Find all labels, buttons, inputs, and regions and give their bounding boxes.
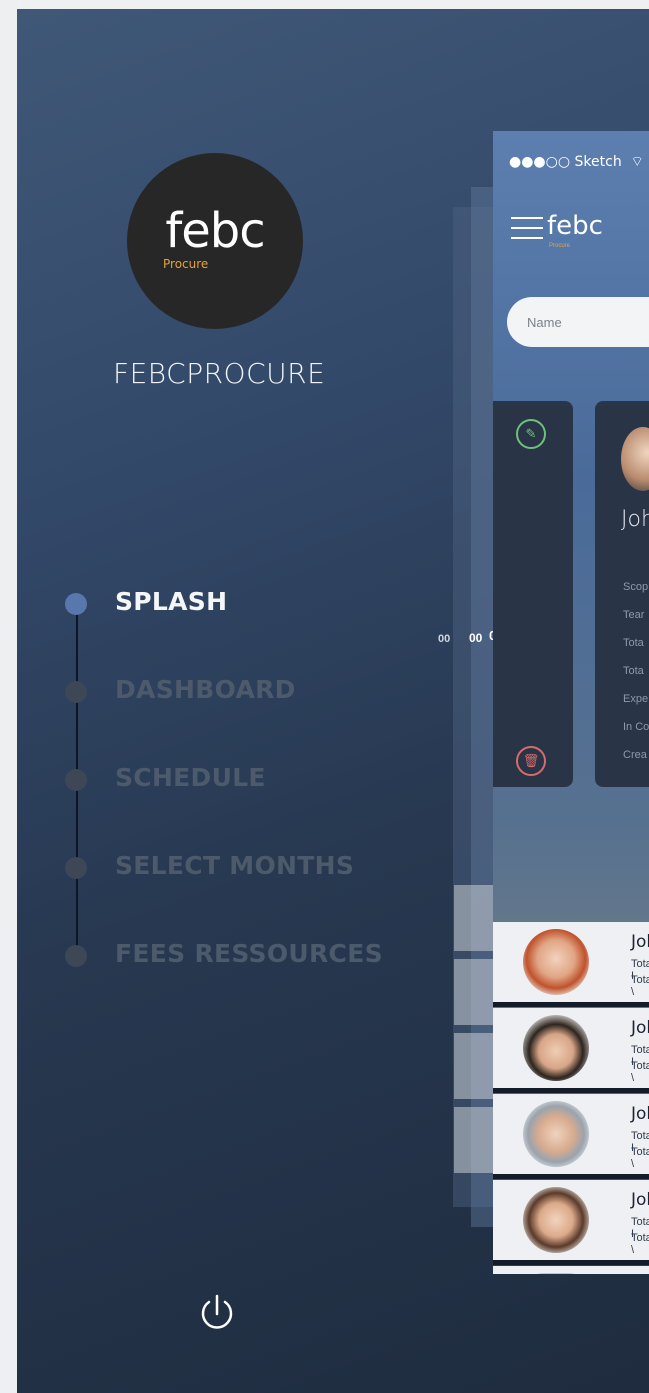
card-field: Expe — [623, 693, 649, 705]
list-item-line2: Total \ — [631, 1060, 649, 1084]
list-item-line2: Total \ — [631, 1232, 649, 1256]
nav-item-fees-ressources[interactable]: FEES RESSOURCES — [65, 935, 385, 975]
nav-dot — [65, 769, 87, 791]
card-field: Tota — [623, 665, 644, 677]
card-field: Tear — [623, 609, 645, 621]
app-name: FEBCPROCURE — [113, 357, 326, 390]
card-name: Joh — [621, 507, 649, 532]
nav-label: DASHBOARD — [115, 675, 296, 704]
nav-label: SELECT MONTHS — [115, 851, 355, 880]
list-item[interactable]: John Total I Total \ — [493, 922, 649, 1002]
list-item-line2: Total \ — [631, 974, 649, 998]
phone-screen: ●●●○○ Sketch ⌔ febc Procure ✎ 🗑 Joh Scop… — [493, 131, 649, 1274]
list-item-name: John — [631, 932, 649, 952]
nav-item-schedule[interactable]: SCHEDULE — [65, 759, 385, 799]
nav-dot — [65, 857, 87, 879]
list-divider — [493, 1002, 649, 1007]
list-divider — [493, 1174, 649, 1179]
list-item[interactable]: John Total I Total \ — [493, 1094, 649, 1174]
list-divider — [493, 1260, 649, 1265]
card-field: Scop — [623, 581, 649, 593]
logo-text: febc — [165, 203, 265, 259]
list-item[interactable]: John Total I Total \ — [493, 1180, 649, 1260]
power-icon[interactable] — [195, 1292, 239, 1336]
list-item-line2: Total \ — [631, 1146, 649, 1170]
nav-dot-active — [65, 593, 87, 615]
list-item-name: John — [631, 1104, 649, 1124]
avatar — [523, 1101, 589, 1167]
avatar — [523, 1015, 589, 1081]
avatar — [523, 1273, 589, 1274]
nav-dot — [65, 681, 87, 703]
edit-button[interactable]: ✎ — [516, 419, 546, 449]
wifi-icon: ⌔ — [626, 154, 644, 170]
list-divider — [493, 1088, 649, 1093]
name-search-input[interactable] — [507, 297, 649, 347]
ghost-number: 00 — [438, 633, 451, 645]
avatar — [523, 1187, 589, 1253]
nav-dot — [65, 945, 87, 967]
list-item-partial[interactable] — [493, 1266, 649, 1274]
card-field: In Co — [623, 721, 649, 733]
nav-item-splash[interactable]: SPLASH — [65, 583, 385, 623]
avatar — [523, 929, 589, 995]
nav-label: FEES RESSOURCES — [115, 939, 383, 968]
nav-label: SPLASH — [115, 587, 228, 616]
action-panel — [493, 401, 573, 787]
hamburger-menu-icon[interactable] — [511, 217, 543, 239]
pencil-icon: ✎ — [525, 426, 537, 441]
card-field: Crea — [623, 749, 647, 761]
trash-icon: 🗑 — [522, 753, 540, 768]
ghost-number: 00 — [469, 631, 483, 645]
phone-logo-text: febc — [547, 211, 603, 241]
status-text: ●●●○○ Sketch — [509, 154, 622, 170]
status-bar: ●●●○○ Sketch ⌔ — [509, 153, 644, 171]
nav-label: SCHEDULE — [115, 763, 266, 792]
nav-item-dashboard[interactable]: DASHBOARD — [65, 671, 385, 711]
app-background: febc Procure FEBCPROCURE SPLASH DASHBOAR… — [17, 9, 649, 1393]
delete-button[interactable]: 🗑 — [516, 746, 546, 776]
phone-logo-subtext: Procure — [549, 243, 571, 249]
list-item-name: John — [631, 1190, 649, 1210]
list-item[interactable]: John Total I Total \ — [493, 1008, 649, 1088]
logo-badge: febc Procure — [127, 153, 303, 329]
nav-item-select-months[interactable]: SELECT MONTHS — [65, 847, 385, 887]
list-item-name: John — [631, 1018, 649, 1038]
card-field: Tota — [623, 637, 644, 649]
logo-subtext: Procure — [163, 257, 209, 271]
